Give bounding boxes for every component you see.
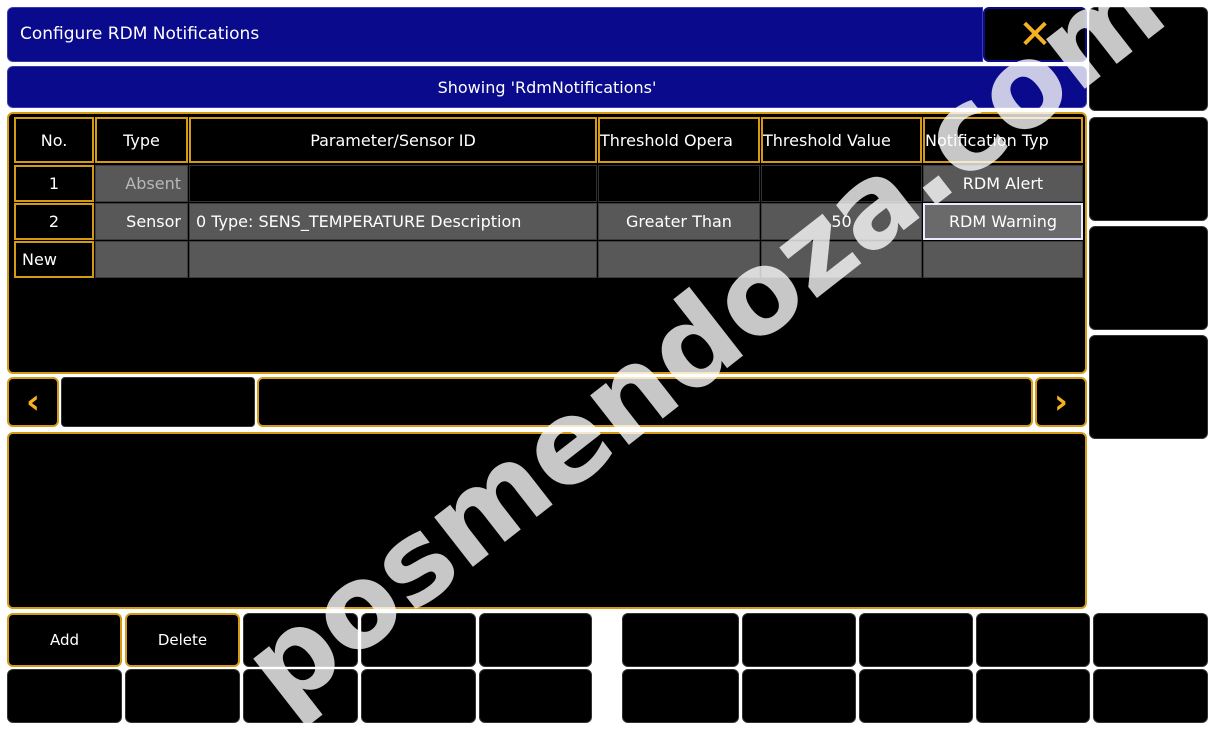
side-button[interactable]	[1089, 7, 1208, 111]
column-header-no[interactable]: No.	[14, 117, 94, 163]
add-button-label: Add	[49, 631, 80, 649]
empty-button[interactable]	[243, 669, 358, 723]
new-row-cell[interactable]	[923, 241, 1083, 278]
row-operator-cell[interactable]	[598, 165, 760, 202]
close-icon: ✕	[1018, 11, 1052, 58]
new-row-cell[interactable]	[189, 241, 597, 278]
empty-button[interactable]	[125, 669, 240, 723]
delete-button[interactable]: Delete	[125, 613, 240, 667]
empty-button[interactable]	[742, 669, 856, 723]
row-param-cell[interactable]: 0 Type: SENS_TEMPERATURE Description	[189, 203, 597, 240]
scroll-track[interactable]	[61, 377, 255, 427]
side-button[interactable]	[1089, 117, 1208, 221]
empty-button[interactable]	[976, 669, 1090, 723]
column-header-type[interactable]: Type	[95, 117, 188, 163]
empty-button[interactable]	[7, 669, 122, 723]
side-button[interactable]	[1089, 335, 1208, 439]
column-header-threshold-value[interactable]: Threshold Value	[761, 117, 922, 163]
column-header-notification-type[interactable]: Notification Typ	[923, 117, 1083, 163]
empty-button[interactable]	[361, 669, 476, 723]
empty-button[interactable]	[859, 613, 973, 667]
empty-button[interactable]	[622, 613, 739, 667]
scroll-right-button[interactable]: ›	[1035, 377, 1087, 427]
detail-panel	[7, 432, 1087, 609]
new-row-cell[interactable]	[598, 241, 760, 278]
empty-button[interactable]	[361, 613, 476, 667]
chevron-left-icon: ‹	[25, 382, 40, 422]
row-notification-cell-selected[interactable]: RDM Warning	[923, 203, 1083, 240]
new-row-cell[interactable]	[95, 241, 188, 278]
empty-button[interactable]	[622, 669, 739, 723]
row-notification-cell[interactable]: RDM Alert	[923, 165, 1083, 202]
row-operator-cell[interactable]: Greater Than	[598, 203, 760, 240]
row-type-cell[interactable]: Sensor	[95, 203, 188, 240]
chevron-right-icon: ›	[1053, 382, 1068, 422]
column-header-threshold-operator[interactable]: Threshold Opera	[598, 117, 760, 163]
empty-button[interactable]	[859, 669, 973, 723]
row-param-cell[interactable]	[189, 165, 597, 202]
close-button[interactable]: ✕	[983, 7, 1087, 62]
scroll-thumb[interactable]	[257, 377, 1033, 427]
showing-bar: Showing 'RdmNotifications'	[7, 66, 1087, 108]
empty-button[interactable]	[243, 613, 358, 667]
table-row-number[interactable]: 2	[14, 203, 94, 240]
new-row-cell[interactable]	[761, 241, 922, 278]
showing-label: Showing 'RdmNotifications'	[437, 77, 657, 97]
window-title: Configure RDM Notifications	[20, 24, 260, 44]
row-value-cell[interactable]: 50	[761, 203, 922, 240]
empty-button[interactable]	[479, 613, 592, 667]
notifications-table: No. Type Parameter/Sensor ID Threshold O…	[7, 112, 1087, 374]
scroll-left-button[interactable]: ‹	[7, 377, 59, 427]
row-type-cell[interactable]: Absent	[95, 165, 188, 202]
empty-button[interactable]	[976, 613, 1090, 667]
horizontal-scrollbar: ‹ ›	[7, 377, 1087, 429]
add-button[interactable]: Add	[7, 613, 122, 667]
empty-button[interactable]	[742, 613, 856, 667]
empty-button[interactable]	[479, 669, 592, 723]
empty-button[interactable]	[1093, 669, 1208, 723]
row-value-cell[interactable]	[761, 165, 922, 202]
empty-button[interactable]	[1093, 613, 1208, 667]
column-header-parameter[interactable]: Parameter/Sensor ID	[189, 117, 597, 163]
table-row-number[interactable]: 1	[14, 165, 94, 202]
new-row-button[interactable]: New	[14, 241, 94, 278]
side-button[interactable]	[1089, 226, 1208, 330]
delete-button-label: Delete	[157, 631, 208, 649]
